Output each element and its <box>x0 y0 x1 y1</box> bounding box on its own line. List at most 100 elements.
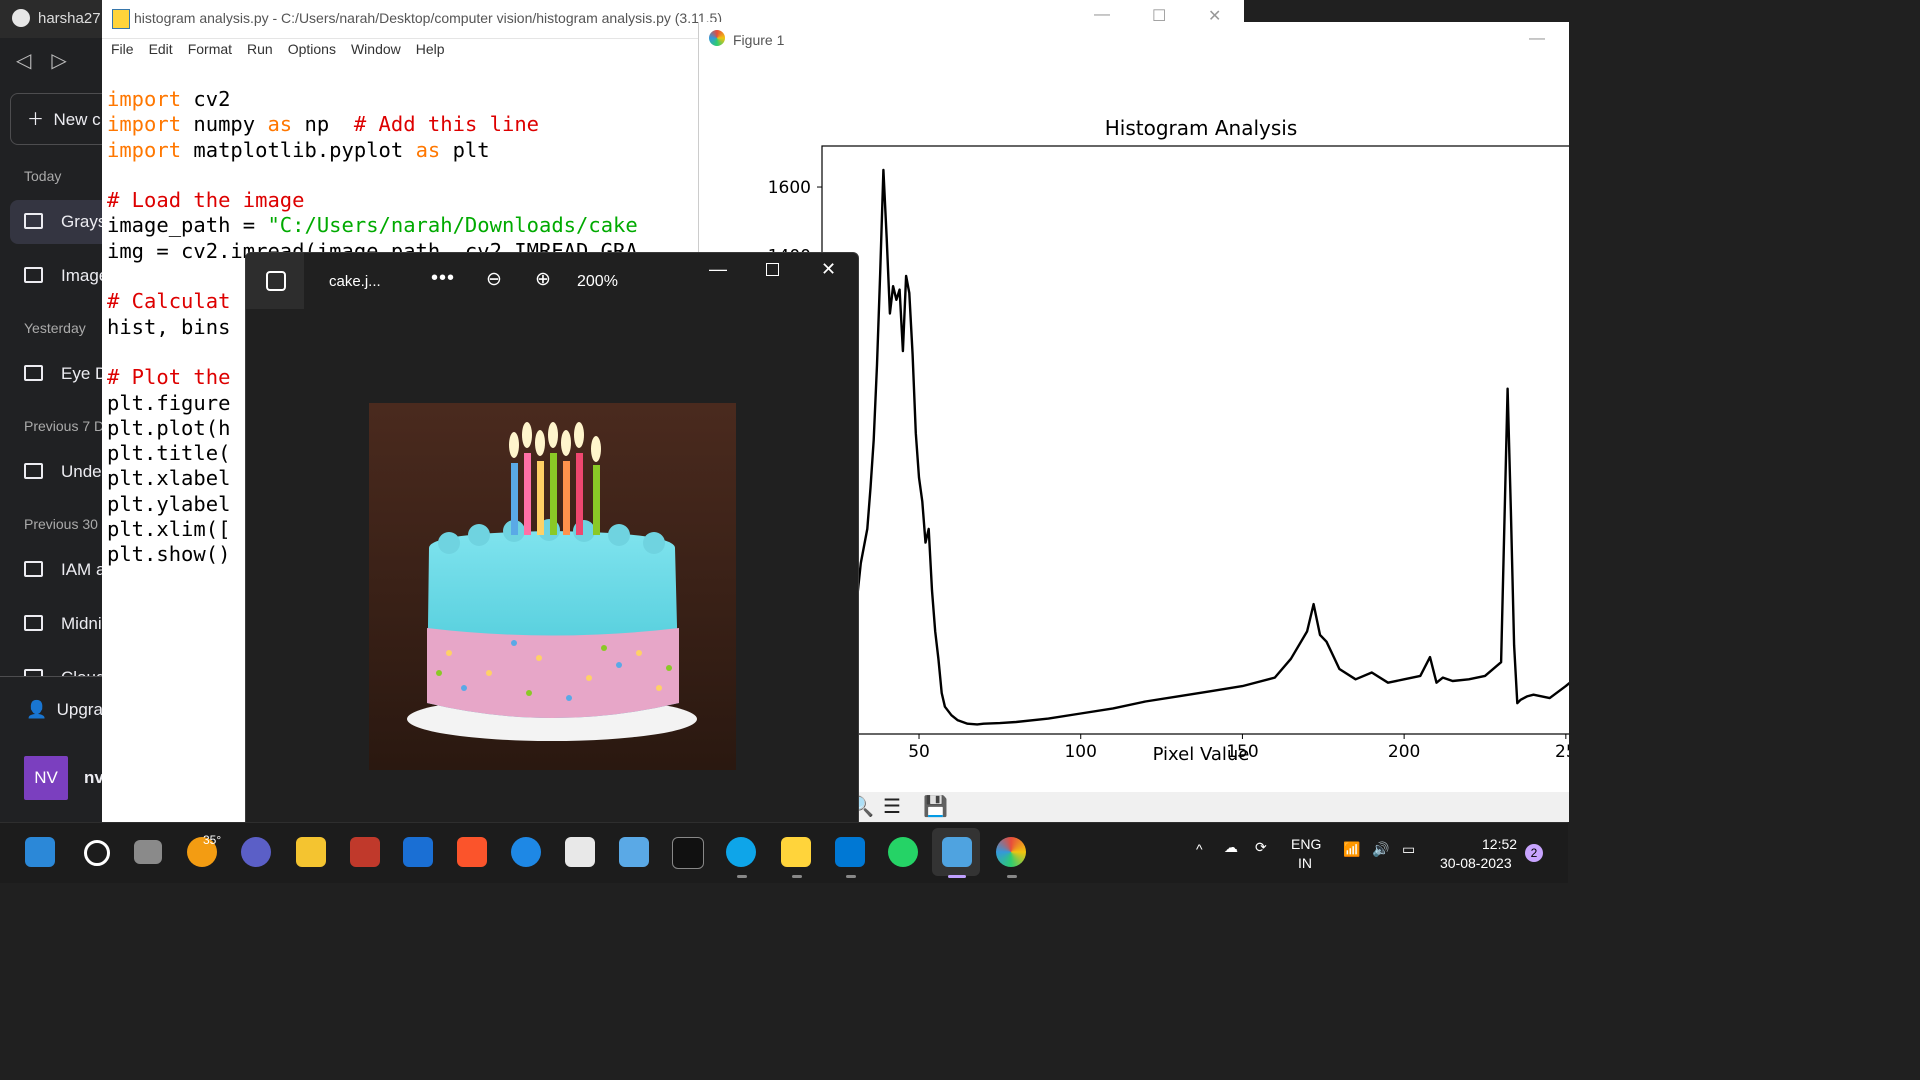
menu-window[interactable]: Window <box>351 41 401 57</box>
forward-icon[interactable]: ▷ <box>51 50 66 72</box>
menu-help[interactable]: Help <box>416 41 445 57</box>
section-today: Today <box>24 168 62 184</box>
vscode-icon[interactable] <box>835 837 865 867</box>
code-line: import matplotlib.pyplot as plt <box>107 137 490 162</box>
clock-date[interactable]: 30-08-2023 <box>1440 855 1512 871</box>
chevron-up-icon[interactable]: ^ <box>1196 841 1203 857</box>
weather-temp: 35° <box>203 833 222 847</box>
chat-bubble-icon <box>24 365 43 381</box>
code-line: import numpy as np # Add this line <box>107 112 540 137</box>
minimize-icon[interactable]: — <box>709 259 727 280</box>
chart-title: Histogram Analysis <box>1105 116 1298 140</box>
github-tab[interactable]: harsha27 <box>12 9 101 27</box>
maximize-icon[interactable] <box>766 263 779 276</box>
teams-chat-icon[interactable] <box>241 837 271 867</box>
battery-icon[interactable]: ▭ <box>1402 841 1415 858</box>
task-view-icon[interactable] <box>134 840 162 864</box>
wifi-icon[interactable]: 📶 <box>1343 841 1360 858</box>
get-help-icon[interactable] <box>511 837 541 867</box>
menu-format[interactable]: Format <box>188 41 232 57</box>
chat-item[interactable]: IAM a <box>10 548 110 592</box>
code-line: # Load the image <box>107 188 305 213</box>
figure-window-title: Figure 1 <box>733 32 785 48</box>
code-line: plt.title( <box>107 441 231 466</box>
chat-item[interactable]: Cloud <box>10 656 110 676</box>
file-explorer-icon[interactable] <box>296 837 326 867</box>
onedrive-icon[interactable]: ☁ <box>1224 839 1238 856</box>
y-tick-label: 1600 <box>768 178 811 198</box>
zoom-level: 200% <box>577 273 618 290</box>
chat-bubble-icon <box>24 267 43 283</box>
code-line: image_path = "C:/Users/narah/Downloads/c… <box>107 213 638 238</box>
histogram-series-line <box>821 168 1569 726</box>
chat-bubble-icon <box>24 213 43 229</box>
x-axis-label: Pixel Value <box>1153 744 1250 765</box>
language-region[interactable]: IN <box>1298 855 1312 871</box>
chat-bubble-icon <box>24 561 43 577</box>
chat-item[interactable]: Midni <box>10 602 110 646</box>
active-indicator <box>948 875 966 878</box>
close-icon[interactable]: ✕ <box>821 259 836 280</box>
sync-icon[interactable]: ⟳ <box>1255 839 1267 856</box>
chat-item-label: Cloud <box>61 668 105 676</box>
mcafee-icon[interactable] <box>350 837 380 867</box>
running-indicator <box>846 875 856 878</box>
chat-bubble-icon <box>24 615 43 631</box>
notification-badge[interactable]: 2 <box>1525 844 1543 862</box>
back-icon[interactable]: ◁ <box>16 50 31 72</box>
python-idle-icon[interactable] <box>781 837 811 867</box>
myhp-icon[interactable] <box>403 837 433 867</box>
search-icon[interactable] <box>84 840 110 866</box>
menu-run[interactable]: Run <box>247 41 273 57</box>
photos-viewer-window: cake.j... ••• ⊖ ⊕ 200% — ✕ <box>245 252 859 824</box>
chat-item-label: Midni <box>61 614 102 633</box>
chat-item[interactable]: Image <box>10 254 110 298</box>
plot-frame <box>821 145 1569 735</box>
taskbar: 35° ^ ☁ ⟳ ENG IN 📶 🔊 ▭ 12:52 30-08-2023 … <box>0 822 1568 883</box>
chat-item[interactable]: Grays <box>10 200 110 244</box>
configure-subplots-icon[interactable]: ☰ <box>883 794 901 819</box>
terminal-icon[interactable] <box>672 837 704 869</box>
github-user: harsha27 <box>38 10 101 27</box>
x-tick-label: 100 <box>1064 742 1096 762</box>
microsoft-store-icon[interactable] <box>565 837 595 867</box>
code-line: plt.xlabel <box>107 466 231 491</box>
language-primary[interactable]: ENG <box>1291 836 1321 852</box>
code-line: # Plot the <box>107 365 231 390</box>
avatar[interactable]: NV <box>24 756 68 800</box>
section-previous-30: Previous 30 <box>24 516 98 532</box>
volume-icon[interactable]: 🔊 <box>1372 841 1389 858</box>
chat-bubble-icon <box>24 669 43 676</box>
chat-item[interactable]: Unde <box>10 450 110 494</box>
windows-start-icon[interactable] <box>25 837 55 867</box>
x-tick-label: 25 <box>1555 742 1569 762</box>
menu-options[interactable]: Options <box>288 41 336 57</box>
code-line: import cv2 <box>107 87 231 111</box>
photos-titlebar: cake.j... ••• ⊖ ⊕ 200% — ✕ <box>246 253 858 309</box>
edge-icon[interactable] <box>726 837 756 867</box>
menu-file[interactable]: File <box>111 41 134 57</box>
chat-item[interactable]: Eye D <box>10 352 110 396</box>
upgrade-button[interactable]: 👤 Upgra <box>26 700 103 720</box>
image-icon <box>266 271 286 291</box>
section-yesterday: Yesterday <box>24 320 86 336</box>
save-icon[interactable]: 💾 <box>923 794 948 819</box>
clock-time[interactable]: 12:52 <box>1482 836 1517 852</box>
zoom-in-icon[interactable]: ⊕ <box>535 268 551 291</box>
minimize-icon[interactable]: — <box>1529 30 1545 48</box>
whatsapp-icon[interactable] <box>888 837 918 867</box>
code-line: plt.show() <box>107 542 231 567</box>
x-tick-label: 200 <box>1388 742 1420 762</box>
zoom-out-icon[interactable]: ⊖ <box>486 268 502 291</box>
user-name[interactable]: nv <box>84 768 104 788</box>
chat-item-label: Grays <box>61 212 107 231</box>
matplotlib-app-icon[interactable] <box>996 837 1026 867</box>
more-options-icon[interactable]: ••• <box>431 267 455 290</box>
browser-tab-strip: harsha27 <box>0 0 110 38</box>
chat-sidebar: harsha27 ◁ ▷ ＋ New c Today Grays Image Ye… <box>0 0 120 822</box>
menu-edit[interactable]: Edit <box>149 41 173 57</box>
gallery-button[interactable] <box>246 253 304 309</box>
notepad-icon[interactable] <box>619 837 649 867</box>
github-icon <box>12 9 30 27</box>
brave-browser-icon[interactable] <box>457 837 487 867</box>
